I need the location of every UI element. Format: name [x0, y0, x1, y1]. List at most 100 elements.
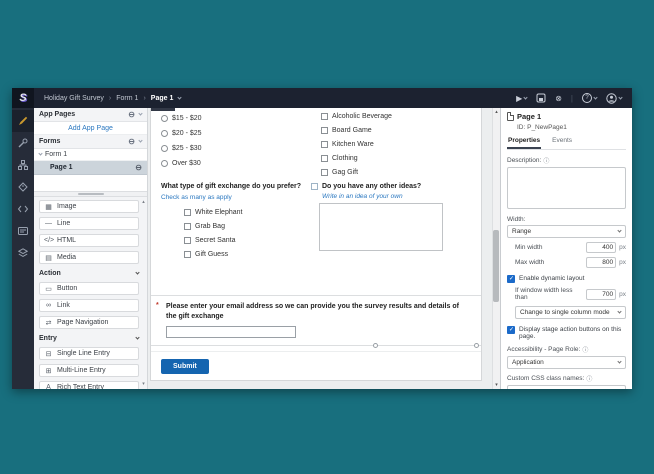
rich-text-icon: A: [44, 384, 53, 389]
tree-item-form-1[interactable]: Form 1: [34, 149, 147, 161]
account-button[interactable]: [606, 93, 622, 104]
radio-icon[interactable]: [161, 130, 168, 137]
scroll-up-icon[interactable]: ▴: [142, 199, 145, 205]
collapse-icon[interactable]: ⊖: [128, 137, 135, 146]
form-page-surface[interactable]: $15 - $20 $20 - $25 $25 - $30 Over $30 W…: [150, 108, 482, 381]
column-mode-select[interactable]: Change to single column mode: [515, 306, 626, 319]
checkbox-checked-icon[interactable]: [507, 275, 515, 283]
forms-header[interactable]: Forms ⊖: [34, 135, 147, 149]
radio-icon[interactable]: [161, 160, 168, 167]
ideas-question-row[interactable]: Do you have any other ideas?: [311, 182, 447, 191]
save-button[interactable]: [536, 93, 546, 103]
description-textarea[interactable]: [507, 167, 626, 209]
checkbox-option[interactable]: Gag Gift: [321, 167, 447, 177]
collapse-icon[interactable]: ⊖: [128, 110, 135, 119]
breadcrumb-app[interactable]: Holiday Gift Survey: [44, 95, 104, 102]
page-dropdown-chevron-icon[interactable]: [178, 95, 182, 99]
checkbox-icon[interactable]: [184, 223, 191, 230]
stage-buttons-row[interactable]: Display stage action buttons on this pag…: [507, 326, 626, 340]
min-width-input[interactable]: [586, 242, 616, 253]
submit-button[interactable]: Submit: [161, 359, 209, 374]
component-page-navigation[interactable]: ⇄Page Navigation: [39, 316, 139, 329]
scroll-up-icon[interactable]: ▴: [495, 109, 498, 115]
section-action[interactable]: Action: [39, 268, 139, 279]
tree-item-page-1[interactable]: Page 1 ⊖: [34, 161, 147, 175]
radio-icon[interactable]: [161, 145, 168, 152]
checkbox-checked-icon[interactable]: [507, 326, 515, 334]
checkbox-option[interactable]: Board Game: [321, 125, 447, 135]
dynamic-layout-row[interactable]: Enable dynamic layout: [507, 275, 626, 283]
tab-properties[interactable]: Properties: [507, 135, 541, 149]
ideas-hint-text: Write in an idea of your own: [322, 193, 447, 200]
add-app-page-link[interactable]: Add App Page: [34, 122, 147, 135]
width-select[interactable]: Range: [507, 225, 626, 238]
panel-spacer: [34, 175, 147, 191]
checkbox-icon[interactable]: [321, 169, 328, 176]
component-media[interactable]: ▤Media: [39, 251, 139, 264]
design-tab[interactable]: [12, 110, 34, 132]
checkbox-icon[interactable]: [321, 155, 328, 162]
chevron-down-icon[interactable]: [138, 138, 142, 142]
collapse-icon[interactable]: ⊖: [135, 163, 142, 172]
section-entry[interactable]: Entry: [39, 333, 139, 344]
checkbox-option[interactable]: Gift Guess: [184, 249, 313, 259]
checkbox-icon[interactable]: [184, 237, 191, 244]
css-classes-input[interactable]: [507, 385, 626, 389]
checkbox-icon[interactable]: [184, 209, 191, 216]
component-line[interactable]: —Line: [39, 217, 139, 230]
settings-tab[interactable]: [12, 132, 34, 154]
resize-handle-icon[interactable]: [373, 343, 378, 348]
email-input[interactable]: [166, 326, 296, 338]
checkbox-option[interactable]: Grab Bag: [184, 221, 313, 231]
checkbox-icon[interactable]: [321, 127, 328, 134]
data-tab[interactable]: [12, 220, 34, 242]
radio-option[interactable]: Over $30: [161, 158, 313, 168]
layers-tab[interactable]: [12, 242, 34, 264]
radio-icon[interactable]: [161, 115, 168, 122]
workflow-tab[interactable]: [12, 154, 34, 176]
checkbox-icon[interactable]: [321, 141, 328, 148]
checkbox-option[interactable]: Kitchen Ware: [321, 139, 447, 149]
max-width-input[interactable]: [586, 257, 616, 268]
ideas-textarea[interactable]: [319, 203, 443, 251]
user-icon: [606, 93, 617, 104]
scroll-down-icon[interactable]: ▾: [142, 381, 145, 387]
breadcrumb-form[interactable]: Form 1: [116, 95, 138, 102]
component-multi-line-entry[interactable]: ⊞Multi-Line Entry: [39, 364, 139, 377]
checkbox-icon[interactable]: [321, 113, 328, 120]
app-logo[interactable]: S: [12, 88, 34, 108]
component-rich-text-entry[interactable]: ARich Text Entry: [39, 381, 139, 389]
tags-tab[interactable]: [12, 176, 34, 198]
component-single-line-entry[interactable]: ⊟Single Line Entry: [39, 347, 139, 360]
scroll-down-icon[interactable]: ▾: [495, 382, 498, 388]
preview-run-button[interactable]: ▶: [516, 94, 527, 103]
chevron-down-icon[interactable]: [138, 111, 142, 115]
checkbox-icon[interactable]: [311, 183, 318, 190]
checkbox-option[interactable]: White Elephant: [184, 207, 313, 217]
app-pages-header[interactable]: App Pages ⊖: [34, 108, 147, 122]
accessibility-select[interactable]: Application: [507, 356, 626, 369]
resize-handle-icon[interactable]: [474, 343, 479, 348]
radio-option[interactable]: $15 - $20: [161, 113, 313, 123]
checkbox-option[interactable]: Alcoholic Beverage: [321, 111, 447, 121]
checkbox-option[interactable]: Clothing: [321, 153, 447, 163]
help-button[interactable]: ?: [582, 93, 597, 103]
tab-events[interactable]: Events: [551, 135, 573, 149]
component-image[interactable]: ▦Image: [39, 200, 139, 213]
close-session-button[interactable]: ⊗: [555, 94, 562, 103]
breadcrumb-page[interactable]: Page 1: [151, 95, 174, 102]
scrollbar-thumb[interactable]: [493, 230, 499, 302]
code-tab[interactable]: [12, 198, 34, 220]
radio-option[interactable]: $25 - $30: [161, 143, 313, 153]
checkbox-icon[interactable]: [184, 251, 191, 258]
window-width-input[interactable]: [586, 289, 616, 300]
checkbox-option[interactable]: Secret Santa: [184, 235, 313, 245]
page-id-text: ID: P_NewPage1: [517, 124, 626, 131]
component-link[interactable]: ∞Link: [39, 299, 139, 312]
chevron-down-icon: [617, 359, 621, 363]
radio-option[interactable]: $20 - $25: [161, 128, 313, 138]
component-button[interactable]: ▭Button: [39, 282, 139, 295]
component-html[interactable]: </>HTML: [39, 234, 139, 247]
expand-chevron-icon[interactable]: [38, 151, 42, 155]
palette-scrollbar[interactable]: ▴ ▾: [141, 199, 146, 387]
